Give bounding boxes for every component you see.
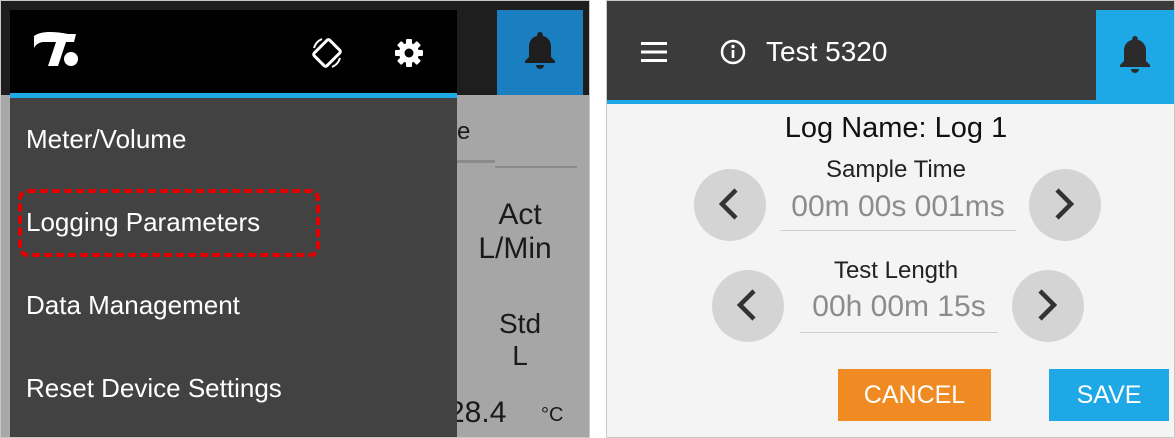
app-bar-accent-line xyxy=(606,100,1096,104)
background-tab-fragment: e xyxy=(457,118,471,145)
background-tab-underline xyxy=(457,160,495,163)
background-divider xyxy=(495,166,577,168)
test-length-value[interactable]: 00h 00m 15s xyxy=(800,290,998,333)
tsi-logo-icon xyxy=(34,31,78,66)
sample-time-value[interactable]: 00m 00s 001ms xyxy=(780,190,1016,231)
screen-rotation-icon[interactable] xyxy=(310,36,344,70)
chevron-left-icon xyxy=(718,188,738,220)
app-bar xyxy=(606,0,1175,100)
sample-time-label: Sample Time xyxy=(825,156,967,183)
menu-item-data-management[interactable]: Data Management xyxy=(26,290,240,321)
background-col1-line1: Act xyxy=(498,198,542,231)
menu-item-reset-device-settings[interactable]: Reset Device Settings xyxy=(26,373,282,404)
save-button[interactable]: SAVE xyxy=(1049,369,1169,421)
drawer-header xyxy=(10,10,457,93)
chevron-left-icon xyxy=(736,289,756,321)
background-col2-line1: Std xyxy=(498,308,542,339)
sample-time-increase-button[interactable] xyxy=(1029,169,1101,241)
left-screen: e Act L/Min Std L 28.4 °C Meter/Volume L… xyxy=(0,0,590,438)
background-content xyxy=(457,95,590,438)
log-name: Log Name: Log 1 xyxy=(784,112,1008,144)
menu-item-meter-volume[interactable]: Meter/Volume xyxy=(26,124,186,155)
bell-icon xyxy=(1120,36,1150,73)
test-length-increase-button[interactable] xyxy=(1012,270,1084,342)
highlight-box xyxy=(18,189,320,257)
background-col1-line2: L/Min xyxy=(478,232,552,265)
info-icon[interactable] xyxy=(720,39,746,65)
test-length-label: Test Length xyxy=(833,257,959,284)
app-title: Test 5320 xyxy=(766,36,888,67)
cancel-button[interactable]: CANCEL xyxy=(838,369,991,421)
test-length-decrease-button[interactable] xyxy=(712,270,784,342)
hamburger-menu-icon[interactable] xyxy=(641,42,667,62)
chevron-right-icon xyxy=(1038,289,1058,321)
bell-icon xyxy=(525,32,555,69)
sample-time-decrease-button[interactable] xyxy=(694,169,766,241)
notifications-button[interactable] xyxy=(497,10,583,95)
gear-icon[interactable] xyxy=(394,38,424,68)
background-temp-unit: °C xyxy=(541,404,564,426)
background-col2-line2: L xyxy=(512,340,528,371)
chevron-right-icon xyxy=(1055,188,1075,220)
notifications-button[interactable] xyxy=(1096,10,1175,104)
drawer-accent-line xyxy=(10,93,457,98)
right-screen: Test 5320 Log Name: Log 1 Sample Time 00… xyxy=(606,0,1175,438)
